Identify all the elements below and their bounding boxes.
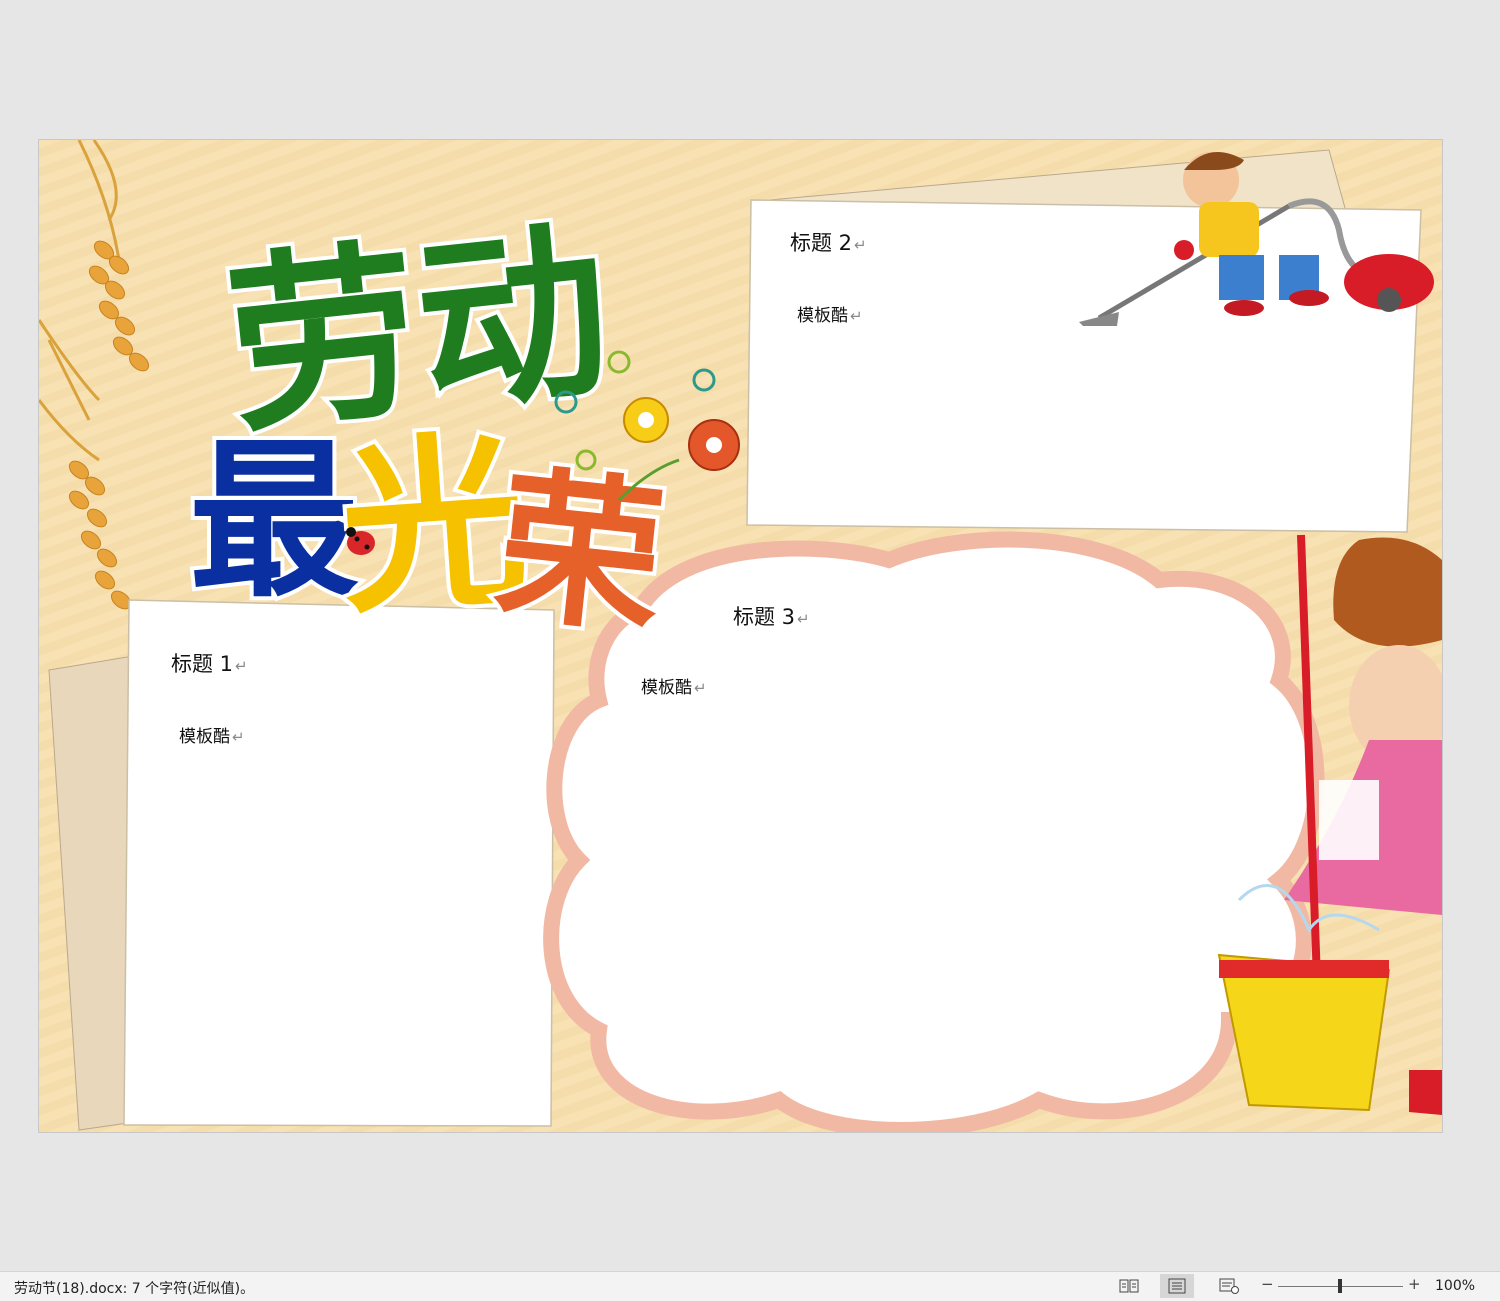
paragraph-mark-icon: ↵ — [694, 679, 707, 697]
paragraph-mark-icon: ↵ — [854, 236, 867, 254]
svg-text:最: 最 — [189, 423, 359, 621]
cloud-text-box-3 — [543, 531, 1325, 1132]
web-page-icon — [1219, 1278, 1239, 1294]
web-layout-button[interactable] — [1212, 1274, 1246, 1298]
zoom-slider-handle[interactable] — [1338, 1279, 1342, 1293]
zoom-level[interactable]: 100% — [1435, 1278, 1475, 1294]
text-box-1 — [123, 599, 555, 1127]
document-page[interactable]: 劳动 最 光 荣 标题 1 ↵ 模板酷 ↵ 标题 2 ↵ 模板酷 ↵ 标题 3 … — [38, 139, 1443, 1133]
section-3-heading[interactable]: 标题 3 ↵ — [733, 601, 810, 631]
section-2-heading[interactable]: 标题 2 ↵ — [790, 227, 867, 257]
status-bar: 劳动节(18).docx: 7 个字符(近似值)。 − + 100% — [0, 1271, 1500, 1301]
svg-text:荣: 荣 — [488, 449, 672, 657]
read-mode-button[interactable] — [1112, 1274, 1146, 1298]
paragraph-mark-icon: ↵ — [235, 657, 248, 675]
print-layout-button[interactable] — [1160, 1274, 1194, 1298]
section-3-body[interactable]: 模板酷 ↵ — [641, 673, 707, 698]
section-1-heading[interactable]: 标题 1 ↵ — [171, 648, 248, 678]
zoom-out-button[interactable]: − — [1261, 1275, 1274, 1293]
paragraph-mark-icon: ↵ — [232, 728, 245, 746]
page-lines-icon — [1168, 1278, 1186, 1294]
zoom-in-button[interactable]: + — [1408, 1275, 1421, 1293]
document-info-status[interactable]: 劳动节(18).docx: 7 个字符(近似值)。 — [14, 1278, 254, 1298]
section-2-body[interactable]: 模板酷 ↵ — [797, 301, 863, 326]
book-icon — [1119, 1279, 1139, 1293]
paragraph-mark-icon: ↵ — [850, 307, 863, 325]
poster-title-art: 劳动 最 光 荣 — [185, 196, 676, 661]
wheat-illustration — [39, 140, 150, 610]
section-1-body[interactable]: 模板酷 ↵ — [179, 722, 245, 747]
poster-artwork: 劳动 最 光 荣 — [39, 140, 1442, 1132]
paragraph-mark-icon: ↵ — [797, 610, 810, 628]
